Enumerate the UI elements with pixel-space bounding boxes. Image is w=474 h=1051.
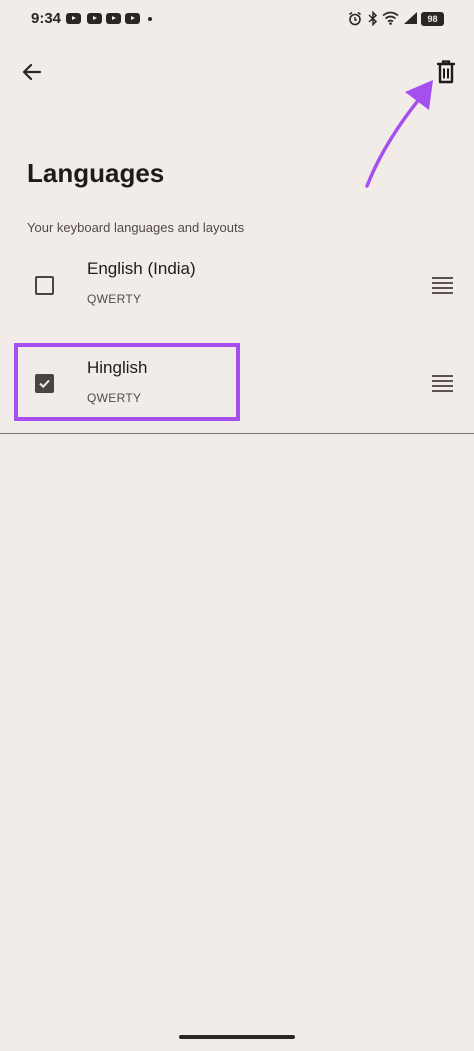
trash-icon	[436, 60, 456, 84]
language-row-hinglish[interactable]: Hinglish QWERTY	[0, 345, 474, 425]
back-button[interactable]	[16, 56, 48, 88]
language-layout: QWERTY	[87, 391, 142, 405]
youtube-icon	[87, 13, 102, 24]
drag-handle-icon[interactable]	[432, 375, 453, 393]
bluetooth-icon	[368, 11, 378, 26]
language-checkbox[interactable]	[35, 374, 54, 393]
language-row-english-india[interactable]: English (India) QWERTY	[0, 246, 474, 326]
arrow-back-icon	[22, 63, 42, 81]
notification-dot-icon	[148, 17, 152, 21]
drag-handle-icon[interactable]	[432, 277, 453, 295]
annotation-arrow	[365, 80, 433, 188]
checkmark-icon	[39, 379, 50, 389]
language-checkbox[interactable]	[35, 276, 54, 295]
section-subtitle: Your keyboard languages and layouts	[27, 220, 245, 235]
youtube-icon	[106, 13, 121, 24]
language-layout: QWERTY	[87, 292, 142, 306]
status-time: 9:34	[31, 10, 62, 27]
signal-icon	[404, 12, 417, 24]
gesture-navigation-bar[interactable]	[179, 1035, 295, 1039]
language-name: Hinglish	[87, 358, 148, 377]
screen: 9:34 98 Languages Your keyboard language…	[0, 0, 474, 1051]
youtube-icon	[125, 13, 140, 24]
delete-button[interactable]	[429, 56, 463, 88]
alarm-icon	[349, 11, 361, 26]
language-name: English (India)	[87, 259, 196, 278]
youtube-icon	[66, 13, 81, 24]
wifi-icon	[382, 11, 399, 25]
battery-icon: 98	[421, 12, 444, 26]
page-title: Languages	[27, 158, 165, 188]
divider	[0, 433, 474, 434]
status-bar: 9:34 98	[0, 0, 474, 38]
